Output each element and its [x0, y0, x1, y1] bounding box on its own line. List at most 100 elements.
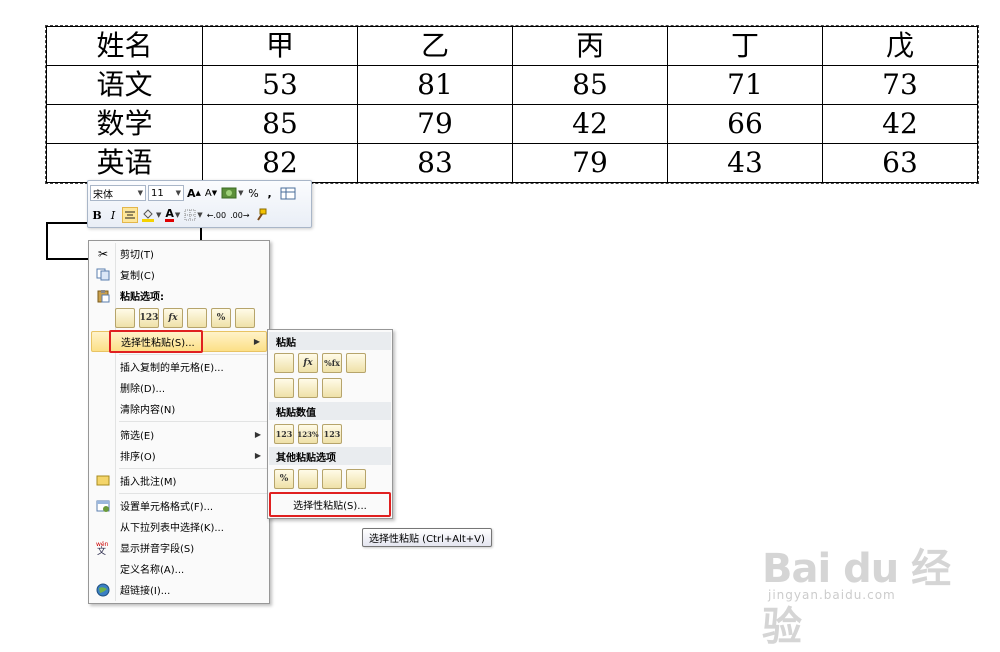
align-center-button[interactable] [122, 207, 138, 223]
menu-item-define-name[interactable]: 定义名称(A)... [91, 558, 267, 579]
font-size-select[interactable]: 11 ▼ [148, 185, 184, 201]
menu-item-label: 复制(C) [120, 271, 155, 282]
menu-item-pick-from-list[interactable]: 从下拉列表中选择(K)... [91, 516, 267, 537]
menu-separator [119, 493, 267, 494]
decrease-decimal-button[interactable]: .00 → [229, 207, 250, 223]
paste-no-borders-icon[interactable] [274, 378, 294, 398]
paste-transpose-icon[interactable] [322, 378, 342, 398]
paste-link-icon[interactable] [298, 469, 318, 489]
italic-button[interactable]: I [106, 207, 120, 223]
menu-item-clear-contents[interactable]: 清除内容(N) [91, 398, 267, 419]
table-cell[interactable]: 乙 [357, 26, 513, 66]
table-cell[interactable]: 82 [202, 143, 358, 183]
menu-item-show-phonetic[interactable]: wén 文 显示拼音字段(S) [91, 537, 267, 558]
format-painter-table-button[interactable] [279, 185, 297, 201]
table-cell[interactable]: 79 [512, 143, 668, 183]
paste-values-icon[interactable]: 123 [139, 308, 159, 328]
paste-values-number-format-icon[interactable]: 123% [297, 424, 319, 444]
menu-item-cut[interactable]: ✂ 剪切(T) [91, 243, 267, 264]
paste-keep-column-widths-icon[interactable] [298, 378, 318, 398]
paste-values-icon[interactable]: 123 [274, 424, 294, 444]
table-cell[interactable]: 71 [667, 65, 823, 105]
table-cell[interactable]: 43 [667, 143, 823, 183]
border-line [46, 258, 90, 260]
context-menu: ✂ 剪切(T) 复制(C) 粘贴选项: 123 fx % 选择性粘贴(S)...… [88, 240, 270, 604]
table-cell[interactable]: 66 [667, 104, 823, 144]
table-cell[interactable]: 语文 [46, 65, 203, 105]
paste-icon[interactable] [274, 353, 294, 373]
paste-icon-row: fx %fx [274, 353, 366, 373]
paste-formulas-number-format-icon[interactable]: %fx [322, 353, 342, 373]
other-icon-row: % [274, 469, 366, 489]
menu-item-format-cells[interactable]: 设置单元格格式(F)... [91, 495, 267, 516]
table-cell[interactable]: 数学 [46, 104, 203, 144]
table-format-icon [280, 187, 296, 199]
menu-item-label: 删除(D)... [120, 384, 166, 395]
arrow-down-icon: ▼ [211, 189, 218, 197]
menu-item-label: 剪切(T) [120, 250, 154, 261]
increase-decimal-label: .00 [213, 210, 227, 220]
arrow-right-icon: → [242, 210, 250, 220]
table-cell[interactable]: 英语 [46, 143, 203, 183]
comment-icon [91, 475, 115, 487]
menu-item-insert-comment[interactable]: 插入批注(M) [91, 470, 267, 491]
menu-item-filter[interactable]: 筛选(E) ▶ [91, 424, 267, 445]
table-cell[interactable]: 丙 [512, 26, 668, 66]
paintbrush-icon [256, 208, 267, 221]
menu-item-insert-copied-cells[interactable]: 插入复制的单元格(E)... [91, 356, 267, 377]
comma-button[interactable]: , [263, 185, 277, 201]
bold-button[interactable]: B [90, 207, 104, 223]
paste-icon[interactable] [115, 308, 135, 328]
table-cell[interactable]: 81 [357, 65, 513, 105]
fill-color-button[interactable]: ▼ [140, 207, 162, 223]
accounting-format-button[interactable]: ▼ [220, 185, 244, 201]
table-cell[interactable]: 85 [202, 104, 358, 144]
increase-decimal-button[interactable]: ← .00 [206, 207, 227, 223]
table-cell[interactable]: 42 [512, 104, 668, 144]
menu-item-label: 排序(O) [120, 452, 156, 463]
chevron-down-icon: ▼ [197, 211, 203, 219]
grow-font-button[interactable]: A ▲ [186, 185, 202, 201]
menu-item-label: 设置单元格格式(F)... [120, 502, 214, 513]
menu-item-sort[interactable]: 排序(O) ▶ [91, 445, 267, 466]
table-cell[interactable]: 42 [822, 104, 978, 144]
paste-formulas-icon[interactable]: fx [298, 353, 318, 373]
format-painter-button[interactable] [253, 207, 269, 223]
table-cell[interactable]: 53 [202, 65, 358, 105]
shrink-font-button[interactable]: A ▼ [204, 185, 218, 201]
currency-icon [221, 187, 237, 199]
paste-linked-picture-icon[interactable] [346, 469, 366, 489]
menu-item-delete[interactable]: 删除(D)... [91, 377, 267, 398]
paste-link-icon[interactable] [235, 308, 255, 328]
mini-toolbar: 宋体 ▼ 11 ▼ A ▲ A ▼ ▼ % , B I ▼ A ▼ ▼ ← .0… [87, 180, 312, 228]
table-cell[interactable]: 丁 [667, 26, 823, 66]
paste-formatting-icon[interactable]: % [211, 308, 231, 328]
decrease-decimal-label: .00 [230, 210, 243, 220]
paste-formatting-icon[interactable]: % [274, 469, 294, 489]
table-cell[interactable]: 73 [822, 65, 978, 105]
menu-separator [119, 354, 267, 355]
paste-formulas-icon[interactable]: fx [163, 308, 183, 328]
arrow-up-icon: ▲ [195, 189, 201, 197]
table-cell[interactable]: 戊 [822, 26, 978, 66]
menu-item-copy[interactable]: 复制(C) [91, 264, 267, 285]
font-name-select[interactable]: 宋体 ▼ [90, 185, 146, 201]
table-cell[interactable]: 甲 [202, 26, 358, 66]
values-icon-row: 123 123% 123 [274, 424, 342, 444]
paste-values-source-format-icon[interactable]: 123 [322, 424, 342, 444]
paste-picture-icon[interactable] [322, 469, 342, 489]
table-row: 语文 53 81 85 71 73 [46, 65, 978, 105]
borders-button[interactable]: ▼ [183, 207, 203, 223]
table-cell[interactable]: 63 [822, 143, 978, 183]
paste-keep-source-format-icon[interactable] [346, 353, 366, 373]
font-color-button[interactable]: A ▼ [164, 207, 181, 223]
percent-button[interactable]: % [247, 185, 261, 201]
paste-transpose-icon[interactable] [187, 308, 207, 328]
table-cell[interactable]: 85 [512, 65, 668, 105]
menu-item-hyperlink[interactable]: 超链接(I)... [91, 579, 267, 600]
baidu-watermark: Bai du 经验 jingyan.baidu.com [762, 530, 952, 650]
table-cell[interactable]: 83 [357, 143, 513, 183]
clipboard-icon [91, 289, 115, 303]
table-cell[interactable]: 79 [357, 104, 513, 144]
table-cell[interactable]: 姓名 [46, 26, 203, 66]
